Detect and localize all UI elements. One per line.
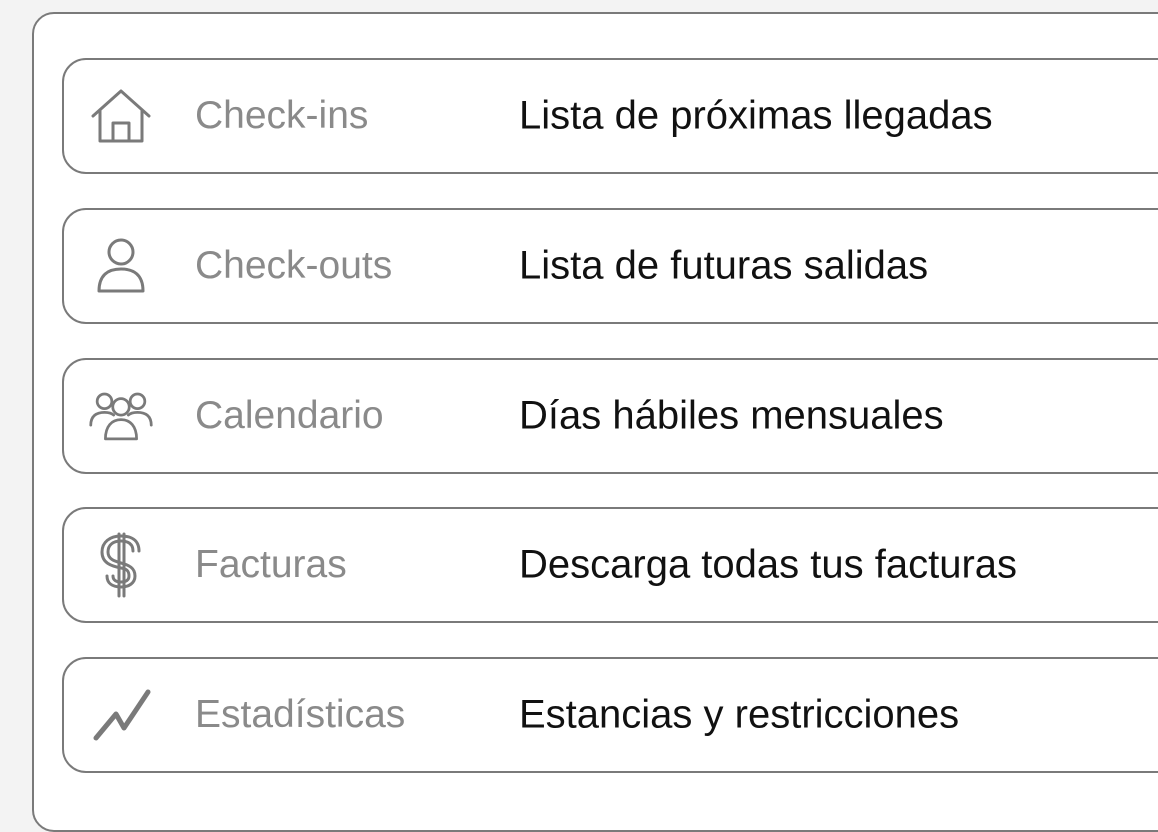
home-icon (88, 83, 154, 149)
menu-item-calendario[interactable]: Calendario Días hábiles mensuales (62, 358, 1158, 474)
menu-item-facturas[interactable]: Facturas Descarga todas tus facturas (62, 507, 1158, 623)
menu-item-label: Facturas (195, 543, 347, 586)
menu-item-label: Check-outs (195, 244, 393, 287)
dollar-icon (88, 532, 154, 598)
users-group-icon (88, 383, 154, 449)
menu-item-label: Calendario (195, 394, 384, 437)
menu-item-label: Check-ins (195, 94, 369, 137)
menu-item-check-ins[interactable]: Check-ins Lista de próximas llegadas (62, 58, 1158, 174)
menu-item-description: Estancias y restricciones (519, 692, 960, 737)
menu-item-description: Lista de futuras salidas (519, 243, 929, 288)
trend-line-icon (88, 682, 154, 748)
menu-item-description: Días hábiles mensuales (519, 393, 944, 438)
menu-item-estadisticas[interactable]: Estadísticas Estancias y restricciones (62, 657, 1158, 773)
menu-item-check-outs[interactable]: Check-outs Lista de futuras salidas (62, 208, 1158, 324)
menu-item-description: Lista de próximas llegadas (519, 93, 993, 138)
menu-item-description: Descarga todas tus facturas (519, 542, 1018, 587)
menu-item-label: Estadísticas (195, 693, 406, 736)
user-icon (88, 233, 154, 299)
